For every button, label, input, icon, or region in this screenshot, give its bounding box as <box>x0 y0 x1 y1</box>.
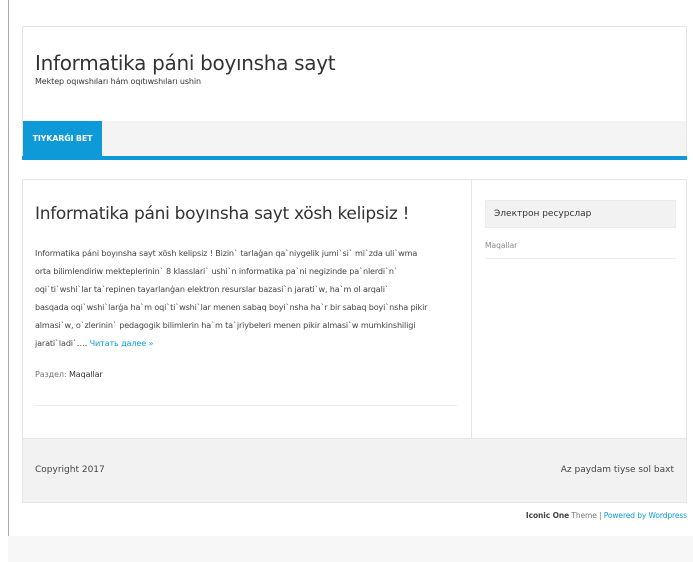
left-border <box>8 0 9 562</box>
widget-list: Maqallar <box>485 234 676 259</box>
excerpt-line: jarati`ladi`…. Читать далее » <box>35 334 465 352</box>
site-footer: Copyright 2017 Az paydam tiyse sol baxt <box>22 439 687 503</box>
post-divider <box>35 405 457 406</box>
site-credits: Iconic One Theme | Powered by Wordpress <box>22 511 687 520</box>
site-description: Mektep oqıwshıları hám oqıtıwshıları ush… <box>35 77 201 86</box>
page-bottom-band <box>8 536 693 562</box>
category-link[interactable]: Maqallar <box>69 370 103 379</box>
post-title[interactable]: Informatika páni boyınsha sayt xösh keli… <box>35 204 409 224</box>
theme-word: Theme <box>569 511 597 520</box>
post-meta: Раздел: Maqallar <box>35 370 103 379</box>
excerpt-line: oqi`ti`wshi`lar ta`repinen tayarlanǵan e… <box>35 284 389 294</box>
nav-accent-border <box>22 156 687 160</box>
widget-title: Электрон ресурслар <box>485 200 676 228</box>
footer-tagline: Az paydam tiyse sol baxt <box>560 465 674 475</box>
excerpt-line: basqada oqi`wshi`larǵa ha`m oqi`ti`wshi`… <box>35 302 428 312</box>
site-container: Informatika páni boyınsha sayt Mektep oq… <box>22 26 687 520</box>
post-excerpt: Informatika páni boyınsha sayt xösh keli… <box>35 244 465 352</box>
wordpress-link[interactable]: Powered by Wordpress <box>604 511 687 520</box>
excerpt-line: orta bilimlendiriw mekteplerinin` 8 klas… <box>35 266 398 276</box>
sidebar-item-maqallar[interactable]: Maqallar <box>485 241 517 250</box>
content-area: Informatika páni boyınsha sayt xösh keli… <box>22 179 687 439</box>
main-content: Informatika páni boyınsha sayt xösh keli… <box>35 180 457 438</box>
page: Informatika páni boyınsha sayt Mektep oq… <box>0 0 693 562</box>
category-label: Раздел: <box>35 370 69 379</box>
excerpt-line: Informatika páni boyınsha sayt xösh keli… <box>35 248 418 258</box>
credits-separator: | <box>596 511 604 520</box>
list-item: Maqallar <box>485 234 676 259</box>
sidebar: Электрон ресурслар Maqallar <box>485 200 676 259</box>
nav-item-home[interactable]: TIYKARǴI BET <box>23 121 102 156</box>
sidebar-divider <box>471 180 472 438</box>
copyright-text: Copyright 2017 <box>35 465 105 475</box>
theme-link[interactable]: Iconic One <box>526 511 569 520</box>
read-more-link[interactable]: Читать далее » <box>90 338 154 348</box>
excerpt-last-line: jarati`ladi`…. <box>35 338 90 348</box>
site-header: Informatika páni boyınsha sayt Mektep oq… <box>22 26 687 121</box>
excerpt-line: almasi`w, o`zlerinin` pedagogik bilimler… <box>35 320 416 330</box>
main-navigation: TIYKARǴI BET <box>22 121 687 156</box>
site-title[interactable]: Informatika páni boyınsha sayt <box>35 51 686 75</box>
